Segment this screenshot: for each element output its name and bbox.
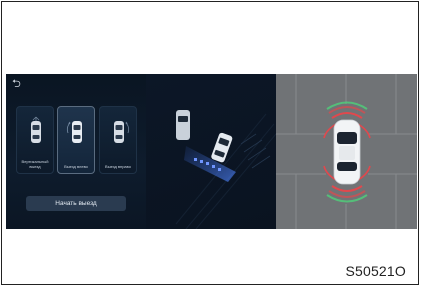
surround-view xyxy=(276,74,417,229)
mode-card-vertical[interactable]: Вертикальный выезд xyxy=(16,106,54,174)
parking-assist-screen: ⮌ Вертикальный выезд Выезд влево Выезд в… xyxy=(6,74,417,229)
mode-label: Выезд влево xyxy=(64,164,88,169)
surround-view-graphic xyxy=(276,74,417,229)
car-top-icon xyxy=(66,121,82,143)
mode-label: Выезд вправо xyxy=(105,164,131,169)
exit-mode-panel: ⮌ Вертикальный выезд Выезд влево Выезд в… xyxy=(6,74,146,229)
start-exit-button[interactable]: Начать выезд xyxy=(26,196,126,211)
figure-code: S50521O xyxy=(345,263,406,279)
back-icon[interactable]: ⮌ xyxy=(12,79,21,90)
exit-trajectory xyxy=(184,146,236,182)
exit-path-graphic xyxy=(175,110,276,229)
ego-car-icon xyxy=(333,119,361,185)
parked-car-icon xyxy=(176,110,190,140)
mode-label: Вертикальный выезд xyxy=(21,159,49,169)
mode-card-left[interactable]: Выезд влево xyxy=(57,106,95,174)
car-top-icon xyxy=(31,116,41,143)
car-top-icon xyxy=(114,121,130,143)
mode-card-right[interactable]: Выезд вправо xyxy=(99,106,137,174)
exit-path-view xyxy=(146,74,276,229)
